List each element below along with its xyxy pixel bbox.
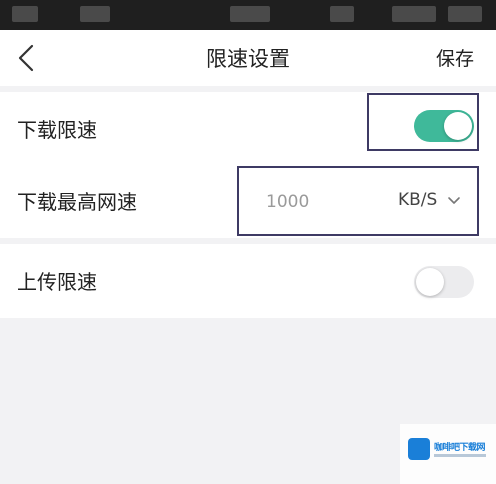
page-title: 限速设置	[206, 47, 290, 71]
max-speed-value[interactable]: 1000	[266, 192, 309, 212]
watermark: 咖啡吧下载网	[400, 424, 496, 484]
toggle-knob	[444, 112, 472, 140]
status-bar-blurred-item	[230, 6, 270, 22]
unit-label: KB/S	[398, 190, 438, 210]
watermark-text: 咖啡吧下载网	[434, 443, 486, 453]
max-download-speed-label: 下载最高网速	[17, 190, 137, 214]
watermark-subtext	[434, 454, 486, 457]
status-bar-blurred-item	[392, 6, 436, 22]
download-limit-toggle[interactable]	[414, 110, 474, 142]
unit-dropdown[interactable]: KB/S	[398, 190, 461, 212]
watermark-logo-icon	[408, 438, 430, 460]
upload-limit-row: 上传限速	[0, 244, 496, 318]
save-button[interactable]: 保存	[436, 44, 474, 71]
upload-limit-label: 上传限速	[17, 270, 97, 294]
download-limit-row: 下载限速	[0, 92, 496, 166]
download-limit-label: 下载限速	[17, 118, 97, 142]
status-bar-blurred-item	[80, 6, 110, 22]
speed-limit-settings-screen: 限速设置 保存 下载限速 下载最高网速 1000 KB/S 上传限速 咖啡吧下载…	[0, 0, 496, 484]
upload-limit-toggle[interactable]	[414, 266, 474, 298]
chevron-down-icon	[448, 196, 461, 204]
status-bar	[0, 0, 496, 30]
navigation-bar: 限速设置 保存	[0, 30, 496, 86]
status-bar-blurred-item	[330, 6, 354, 22]
status-bar-blurred-item	[448, 6, 482, 22]
max-download-speed-row: 下载最高网速 1000 KB/S	[0, 164, 496, 238]
toggle-knob	[416, 268, 444, 296]
status-bar-blurred-item	[12, 6, 38, 22]
